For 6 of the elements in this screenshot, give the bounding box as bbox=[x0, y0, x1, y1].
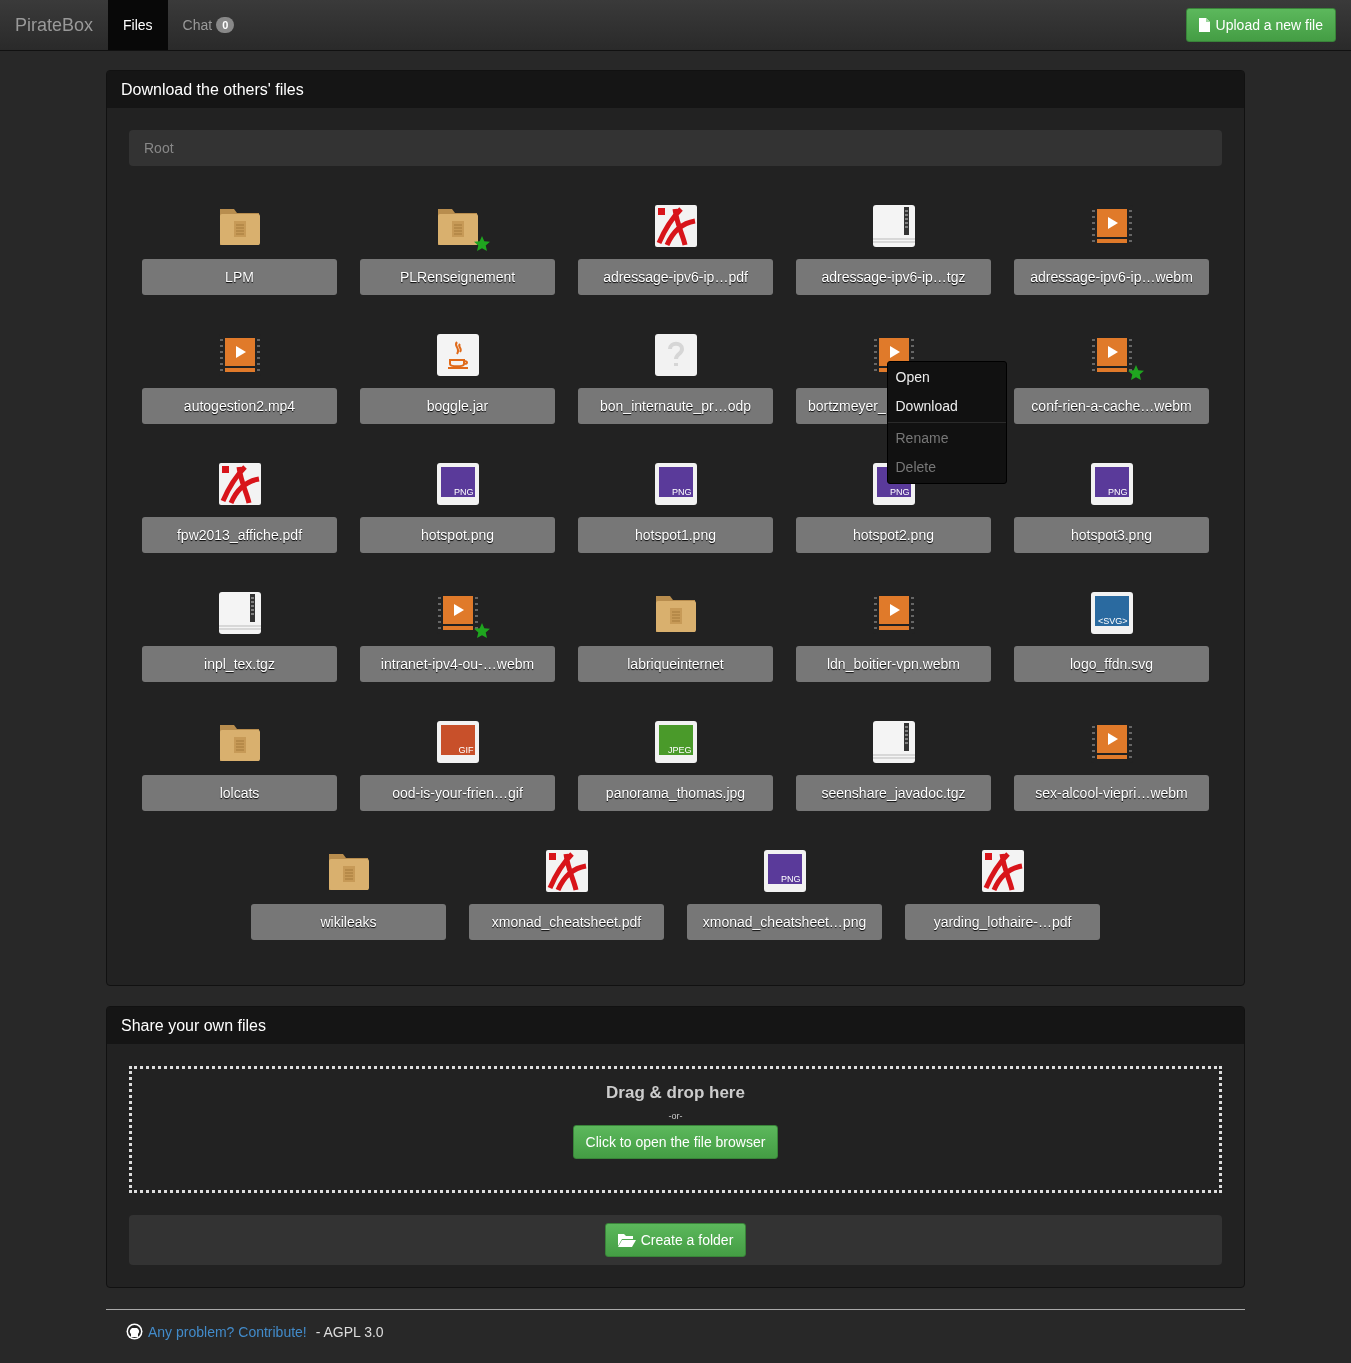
or-text: -or- bbox=[668, 1111, 683, 1121]
drop-title: Drag & drop here bbox=[606, 1083, 745, 1103]
license-text: - AGPL 3.0 bbox=[314, 1323, 384, 1340]
count-badge: 0 bbox=[216, 17, 235, 33]
panel-title: Share your own files bbox=[121, 1017, 266, 1034]
panel-title: Download the others' files bbox=[121, 81, 304, 98]
